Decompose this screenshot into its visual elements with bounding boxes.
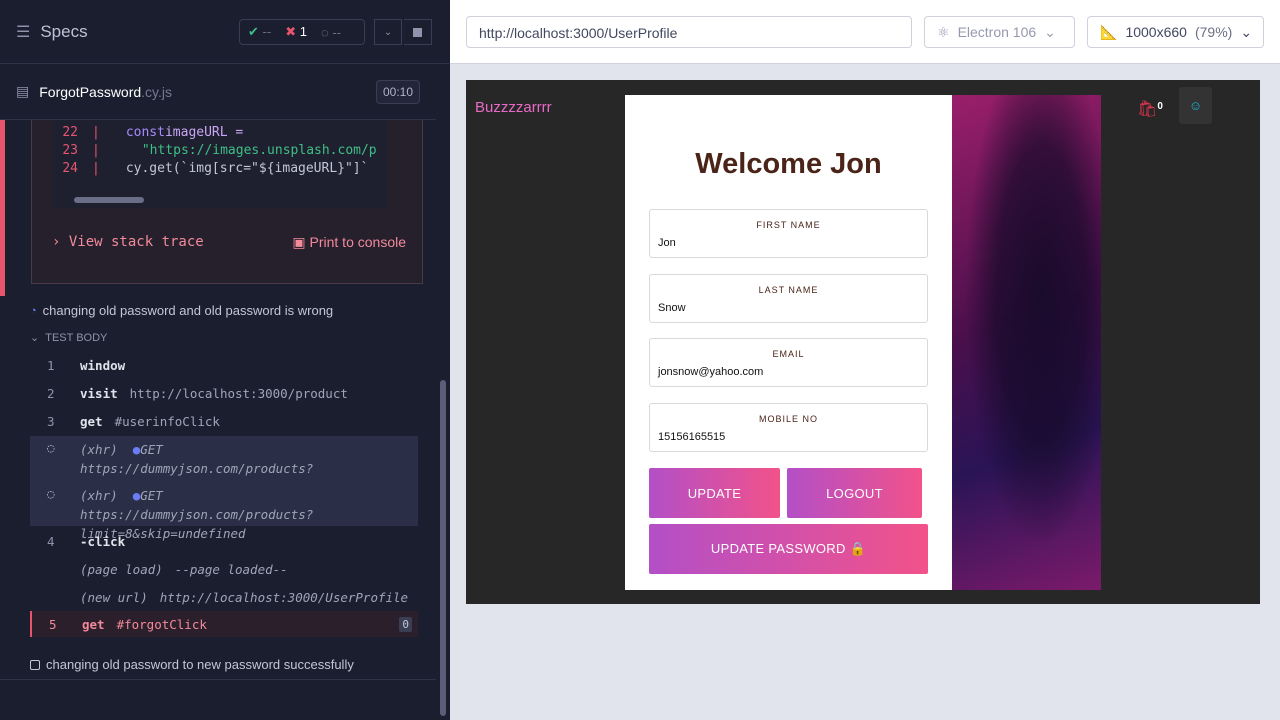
first-name-field[interactable]: FIRST NAME Jon [649,209,928,258]
aut-header: http://localhost:3000/UserProfile ⚛ Elect… [450,0,1280,64]
spec-file-bar: ▤ ForgotPassword.cy.js 00:10 [0,64,436,120]
shopping-bag-icon: 🛍 [1137,101,1158,118]
menu-icon[interactable]: ☰ [16,22,30,42]
cart-button[interactable]: 🛍0 [1137,99,1163,119]
command-row[interactable]: 2 visit http://localhost:3000/product [30,380,418,406]
console-icon: ▣ [292,234,306,250]
test-title-failing[interactable]: ◔ changing old password and old password… [30,303,333,318]
x-icon: ✖ [285,24,297,39]
command-row[interactable]: (page load) --page loaded-- [30,556,418,582]
user-icon: ☺ [1188,98,1203,113]
error-actions: › View stack trace ▣ Print to console [52,234,406,251]
failed-count: ✖ 1 [285,24,307,39]
url-field[interactable]: http://localhost:3000/UserProfile [466,16,912,48]
command-row[interactable]: 3 get #userinfoClick [30,408,418,434]
logout-button[interactable]: LOGOUT [787,468,922,518]
document-icon: ▤ [16,83,30,99]
code-line: 24 | cy.get(`img[src="${imageURL}"]` [62,161,369,176]
command-row-xhr[interactable]: ◌ (xhr) ●GET https://dummyjson.com/produ… [30,436,418,495]
code-line: 23 | "https://images.unsplash.com/p [62,143,377,158]
viewport-info[interactable]: 📐 1000x660 (79%) ⌄ [1087,16,1264,48]
profile-card: Welcome Jon FIRST NAME Jon LAST NAME Snow … [625,95,952,590]
spec-duration: 00:10 [375,80,420,104]
test-stats: ✔ -- ✖ 1 ◌ -- [239,19,365,45]
command-row[interactable]: 1 window [30,352,418,378]
divider [0,679,436,680]
command-row-failed[interactable]: 5 get #forgotClick 0 [30,611,418,637]
chevron-down-icon: ⌄ [30,332,40,344]
test-title-pending[interactable]: changing old password to new password su… [30,657,354,672]
email-field[interactable]: EMAIL jonsnow@yahoo.com [649,338,928,387]
pending-count: ◌ -- [320,24,341,40]
last-name-field[interactable]: LAST NAME Snow [649,274,928,323]
chevron-down-icon: ⌄ [1240,23,1253,40]
profile-photo [952,95,1101,590]
running-icon: ◔ [30,304,37,317]
check-icon: ✔ [248,24,259,39]
code-scrollbar[interactable] [74,197,144,203]
reporter-panel: ☰ Specs ✔ -- ✖ 1 ◌ -- ⌄ ▤ ForgotPassword… [0,0,450,720]
mobile-field[interactable]: MOBILE NO 15156165515 [649,403,928,452]
test-body-header[interactable]: ⌄ TEST BODY [30,331,107,345]
checkbox-icon [30,659,40,670]
spinner-icon: ◌ [47,440,55,455]
code-line: 22 | const imageURL = [62,125,244,140]
update-button[interactable]: UPDATE [649,468,780,518]
stop-button[interactable] [404,19,432,45]
code-frame: 22 | const imageURL = 23 | "https://images.u… [52,120,387,208]
update-password-button[interactable]: UPDATE PASSWORD 🔒 [649,524,928,574]
element-count-badge: 0 [399,617,412,632]
error-box: 22 | const imageURL = 23 | "https://images.u… [31,120,423,284]
chevron-down-button[interactable]: ⌄ [374,19,402,45]
brand-logo[interactable]: Buzzzzarrrr [475,99,552,116]
command-row[interactable]: 4 -click [30,528,418,554]
chevron-down-icon: ⌄ [383,26,393,38]
app-under-test: Buzzzzarrrr Welcome Jon FIRST NAME Jon LA… [466,80,1260,604]
browser-selector[interactable]: ⚛ Electron 106 ⌄ [924,16,1075,48]
chevron-down-icon: ⌄ [1044,23,1056,40]
stop-icon [413,27,422,37]
welcome-heading: Welcome Jon [695,148,882,180]
electron-icon: ⚛ [937,23,950,40]
reporter-scrollbar-thumb[interactable] [440,380,446,716]
command-row-xhr[interactable]: ◌ (xhr) ●GET https://dummyjson.com/produ… [30,482,418,541]
specs-title[interactable]: Specs [40,22,87,42]
spec-file-name[interactable]: ForgotPassword.cy.js [39,84,172,100]
passed-count: ✔ -- [248,24,272,39]
spinner-icon: ◌ [320,24,329,40]
error-panel: 22 | const imageURL = 23 | "https://images.u… [0,120,423,296]
user-profile-button[interactable]: ☺ [1179,87,1212,124]
view-stack-trace-button[interactable]: › View stack trace [52,234,204,251]
print-to-console-button[interactable]: ▣ Print to console [292,234,406,251]
spinner-icon: ◌ [47,486,55,501]
command-row[interactable]: (new url) http://localhost:3000/UserProfi… [30,584,418,610]
ruler-icon: 📐 [1100,23,1118,40]
